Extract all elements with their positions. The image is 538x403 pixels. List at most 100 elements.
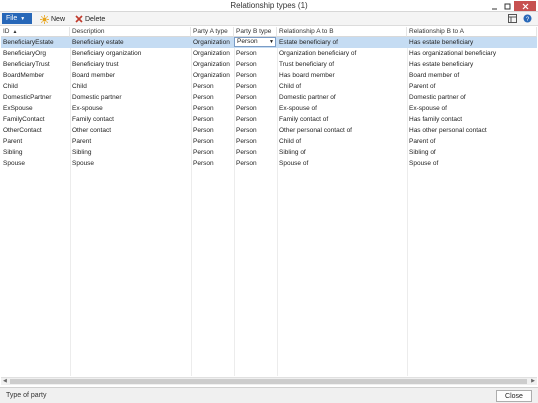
cell-id[interactable]: Child	[1, 81, 70, 92]
cell-party-b[interactable]: Person	[234, 158, 277, 169]
scrollbar-thumb[interactable]	[10, 379, 527, 384]
cell-party-b[interactable]: Person	[234, 125, 277, 136]
cell-b-to-a[interactable]: Spouse of	[407, 158, 537, 169]
new-button[interactable]: New	[40, 14, 65, 24]
cell-a-to-b[interactable]: Family contact of	[277, 114, 407, 125]
cell-id[interactable]: Spouse	[1, 158, 70, 169]
cell-description[interactable]: Child	[70, 81, 191, 92]
cell-description[interactable]: Ex-spouse	[70, 103, 191, 114]
cell-id[interactable]: Parent	[1, 136, 70, 147]
column-header-relationship-b-to-a[interactable]: Relationship B to A	[407, 27, 537, 37]
cell-a-to-b[interactable]: Organization beneficiary of	[277, 48, 407, 59]
cell-party-a[interactable]: Organization	[191, 48, 234, 59]
chevron-down-icon[interactable]: ▼	[269, 38, 274, 46]
column-header-description[interactable]: Description	[70, 27, 191, 37]
column-header-id[interactable]: ID ▲	[1, 27, 70, 37]
cell-description[interactable]: Other contact	[70, 125, 191, 136]
delete-button[interactable]: Delete	[75, 14, 105, 24]
cell-description[interactable]: Family contact	[70, 114, 191, 125]
cell-description[interactable]: Domestic partner	[70, 92, 191, 103]
cell-description[interactable]: Sibling	[70, 147, 191, 158]
cell-party-b[interactable]: Person	[234, 70, 277, 81]
cell-id[interactable]: BeneficiaryTrust	[1, 59, 70, 70]
cell-id[interactable]: DomesticPartner	[1, 92, 70, 103]
cell-b-to-a[interactable]: Has estate beneficiary	[407, 37, 537, 48]
cell-party-b[interactable]: Person	[234, 147, 277, 158]
cell-id[interactable]: FamilyContact	[1, 114, 70, 125]
table-row[interactable]: OtherContact Other contact Person Person Oth…	[1, 125, 537, 136]
cell-party-b[interactable]: Person	[234, 136, 277, 147]
cell-party-a[interactable]: Person	[191, 158, 234, 169]
cell-b-to-a[interactable]: Domestic partner of	[407, 92, 537, 103]
cell-party-b[interactable]: Person	[234, 48, 277, 59]
cell-id[interactable]: BeneficiaryOrg	[1, 48, 70, 59]
cell-description[interactable]: Beneficiary organization	[70, 48, 191, 59]
cell-a-to-b[interactable]: Sibling of	[277, 147, 407, 158]
cell-b-to-a[interactable]: Has organizational beneficiary	[407, 48, 537, 59]
table-row[interactable]: BeneficiaryOrg Beneficiary organization Or…	[1, 48, 537, 59]
table-row[interactable]: BeneficiaryTrust Beneficiary trust Organiz…	[1, 59, 537, 70]
cell-description[interactable]: Beneficiary trust	[70, 59, 191, 70]
cell-a-to-b[interactable]: Estate beneficiary of	[277, 37, 407, 48]
cell-a-to-b[interactable]: Has board member	[277, 70, 407, 81]
cell-id[interactable]: BeneficiaryEstate	[1, 37, 70, 48]
cell-party-b[interactable]: Person	[234, 59, 277, 70]
column-header-relationship-a-to-b[interactable]: Relationship A to B	[277, 27, 407, 37]
cell-party-a[interactable]: Person	[191, 125, 234, 136]
scroll-right-icon[interactable]: ▶	[531, 378, 535, 385]
cell-party-a[interactable]: Person	[191, 103, 234, 114]
cell-party-a[interactable]: Person	[191, 92, 234, 103]
cell-description[interactable]: Spouse	[70, 158, 191, 169]
cell-a-to-b[interactable]: Domestic partner of	[277, 92, 407, 103]
table-row[interactable]: Sibling Sibling Person Person Sibling of Sibl…	[1, 147, 537, 158]
horizontal-scrollbar[interactable]: ◀ ▶	[1, 377, 537, 385]
cell-id[interactable]: ExSpouse	[1, 103, 70, 114]
cell-party-b[interactable]: Person	[234, 92, 277, 103]
cell-id[interactable]: Sibling	[1, 147, 70, 158]
cell-a-to-b[interactable]: Other personal contact of	[277, 125, 407, 136]
party-b-type-dropdown[interactable]: Person ▼	[234, 37, 276, 47]
cell-party-b[interactable]: Person	[234, 114, 277, 125]
cell-id[interactable]: OtherContact	[1, 125, 70, 136]
table-row[interactable]: ExSpouse Ex-spouse Person Person Ex-spouse o…	[1, 103, 537, 114]
cell-a-to-b[interactable]: Ex-spouse of	[277, 103, 407, 114]
cell-b-to-a[interactable]: Has estate beneficiary	[407, 59, 537, 70]
maximize-button[interactable]	[501, 1, 514, 11]
file-menu-button[interactable]: File ▼	[2, 13, 32, 24]
cell-b-to-a[interactable]: Parent of	[407, 136, 537, 147]
layout-icon[interactable]	[508, 14, 517, 23]
cell-a-to-b[interactable]: Spouse of	[277, 158, 407, 169]
cell-description[interactable]: Board member	[70, 70, 191, 81]
table-row[interactable]: Child Child Person Person Child of Parent of	[1, 81, 537, 92]
table-row[interactable]: FamilyContact Family contact Person Person F…	[1, 114, 537, 125]
cell-b-to-a[interactable]: Parent of	[407, 81, 537, 92]
cell-b-to-a[interactable]: Has family contact	[407, 114, 537, 125]
table-row[interactable]: Parent Parent Person Person Child of Parent o…	[1, 136, 537, 147]
column-header-party-b-type[interactable]: Party B type	[234, 27, 277, 37]
cell-party-a[interactable]: Person	[191, 81, 234, 92]
cell-a-to-b[interactable]: Child of	[277, 81, 407, 92]
cell-party-a[interactable]: Organization	[191, 37, 234, 48]
cell-description[interactable]: Parent	[70, 136, 191, 147]
table-row[interactable]: DomesticPartner Domestic partner Person Per…	[1, 92, 537, 103]
minimize-button[interactable]	[488, 1, 501, 11]
column-header-party-a-type[interactable]: Party A type	[191, 27, 234, 37]
cell-party-a[interactable]: Person	[191, 136, 234, 147]
cell-b-to-a[interactable]: Ex-spouse of	[407, 103, 537, 114]
table-row[interactable]: BeneficiaryEstate Beneficiary estate Organ…	[1, 37, 537, 48]
help-icon[interactable]: ?	[523, 14, 532, 23]
cell-party-b[interactable]: Person	[234, 81, 277, 92]
cell-description[interactable]: Beneficiary estate	[70, 37, 191, 48]
cell-b-to-a[interactable]: Sibling of	[407, 147, 537, 158]
scroll-left-icon[interactable]: ◀	[3, 378, 7, 385]
cell-party-a[interactable]: Person	[191, 147, 234, 158]
cell-id[interactable]: BoardMember	[1, 70, 70, 81]
cell-party-a[interactable]: Organization	[191, 70, 234, 81]
close-button[interactable]: Close	[496, 390, 532, 402]
cell-b-to-a[interactable]: Has other personal contact	[407, 125, 537, 136]
table-row[interactable]: BoardMember Board member Organization Perso…	[1, 70, 537, 81]
cell-party-a[interactable]: Organization	[191, 59, 234, 70]
table-row[interactable]: Spouse Spouse Person Person Spouse of Spouse …	[1, 158, 537, 169]
cell-b-to-a[interactable]: Board member of	[407, 70, 537, 81]
cell-a-to-b[interactable]: Child of	[277, 136, 407, 147]
